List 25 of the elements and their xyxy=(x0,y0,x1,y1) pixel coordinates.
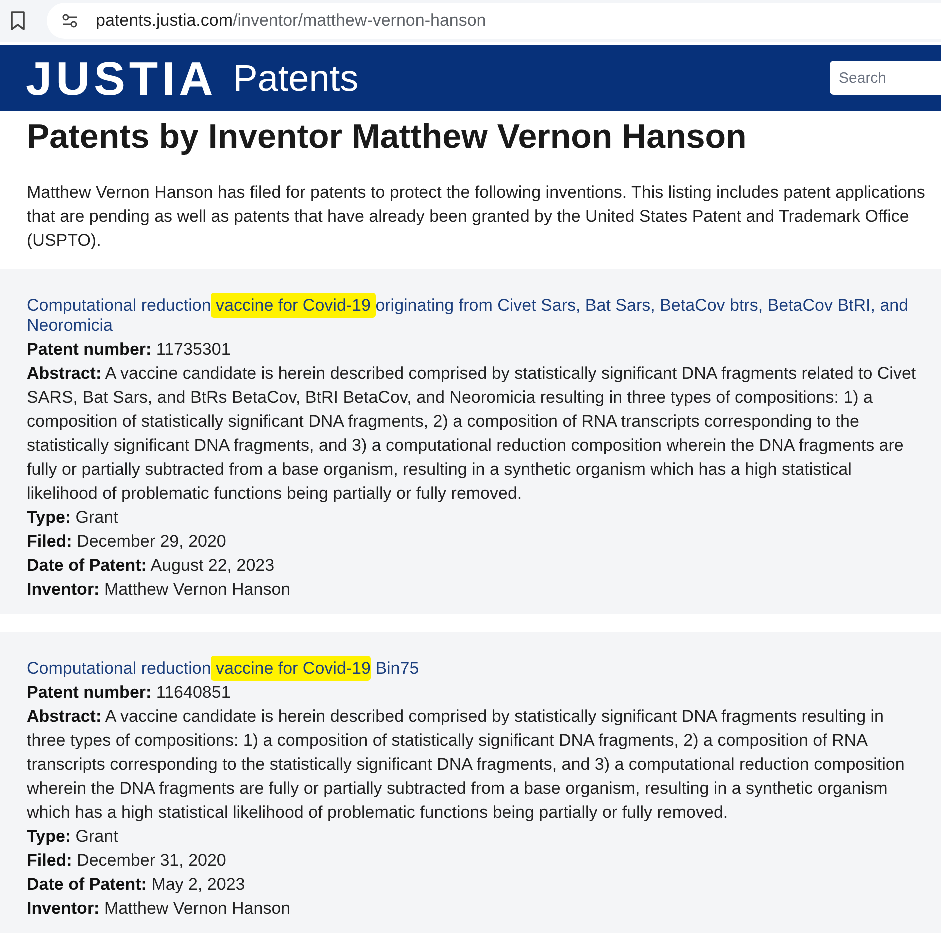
page-title: Patents by Inventor Matthew Vernon Hanson xyxy=(27,117,748,158)
patent-field: Type: Grant xyxy=(27,506,927,530)
patent-field: Abstract: A vaccine candidate is herein described comprised by statistically significant DNA fragments resulting in three types of compositions: 1) a composition of statistically significant DNA fragments, 2) a composition of RNA transcripts corresponding to the statistically significant DNA fragments, and 3) a computational reduction composition wherein the DNA fragments are fully or partially subtracted from a base organism, resulting in a synthetic organism which has a high statistical likelihood of problematic functions being partially or fully removed. xyxy=(27,705,927,825)
bookmark-icon[interactable] xyxy=(10,11,26,31)
section-title: Patents xyxy=(233,60,359,96)
patent-field: Patent number: 11640851 xyxy=(27,681,927,705)
patent-title-link[interactable]: Computational reduction vaccine for Covid-19 Bin75 xyxy=(27,659,927,679)
patent-field: Filed: December 31, 2020 xyxy=(27,849,927,873)
address-bar[interactable]: patents.justia.com/inventor/matthew-vernon-hanson xyxy=(47,3,941,39)
site-logo[interactable]: JUSTIA xyxy=(26,54,218,102)
highlighted-text: vaccine for Covid-19 xyxy=(211,293,376,318)
patent-field: Date of Patent: August 22, 2023 xyxy=(27,554,927,578)
patent-field: Date of Patent: May 2, 2023 xyxy=(27,873,927,897)
url-text: patents.justia.com/inventor/matthew-vernon-hanson xyxy=(96,11,486,31)
patent-field: Patent number: 11735301 xyxy=(27,338,927,362)
highlighted-text: vaccine for Covid-19 xyxy=(211,656,371,681)
patent-field: Abstract: A vaccine candidate is herein described comprised by statistically significant DNA fragments related to Civet SARS, Bat Sars, and BtRs BetaCov, BtRI BetaCov, and Neoromicia resulting in three types of compositions: 1) a composition of statistically significant DNA fragments, 2) a composition of RNA transcripts corresponding to the statistically significant DNA fragments, and 3) a computational reduction composition wherein the DNA fragments are fully or partially subtracted from a base organism, resulting in a synthetic organism which has a high statistical likelihood of problematic functions being partially or fully removed. xyxy=(27,362,927,506)
search-field[interactable]: Search xyxy=(830,61,941,95)
patent-title-link[interactable]: Computational reduction vaccine for Covid-19 originating from Civet Sars, Bat Sars, BetaCov btrs, BetaCov BtRI, and Neoromicia xyxy=(27,296,927,336)
patent-field: Type: Grant xyxy=(27,825,927,849)
sliders-icon[interactable] xyxy=(62,14,78,28)
patent-field: Filed: December 29, 2020 xyxy=(27,530,927,554)
patent-field: Inventor: Matthew Vernon Hanson xyxy=(27,578,927,602)
patent-field: Inventor: Matthew Vernon Hanson xyxy=(27,897,927,921)
intro-text: Matthew Vernon Hanson has filed for patents to protect the following inventions. This listing includes patent applications that are pending as well as patents that have already been granted by the United States Patent and Trademark Office (USPTO). xyxy=(27,182,926,252)
